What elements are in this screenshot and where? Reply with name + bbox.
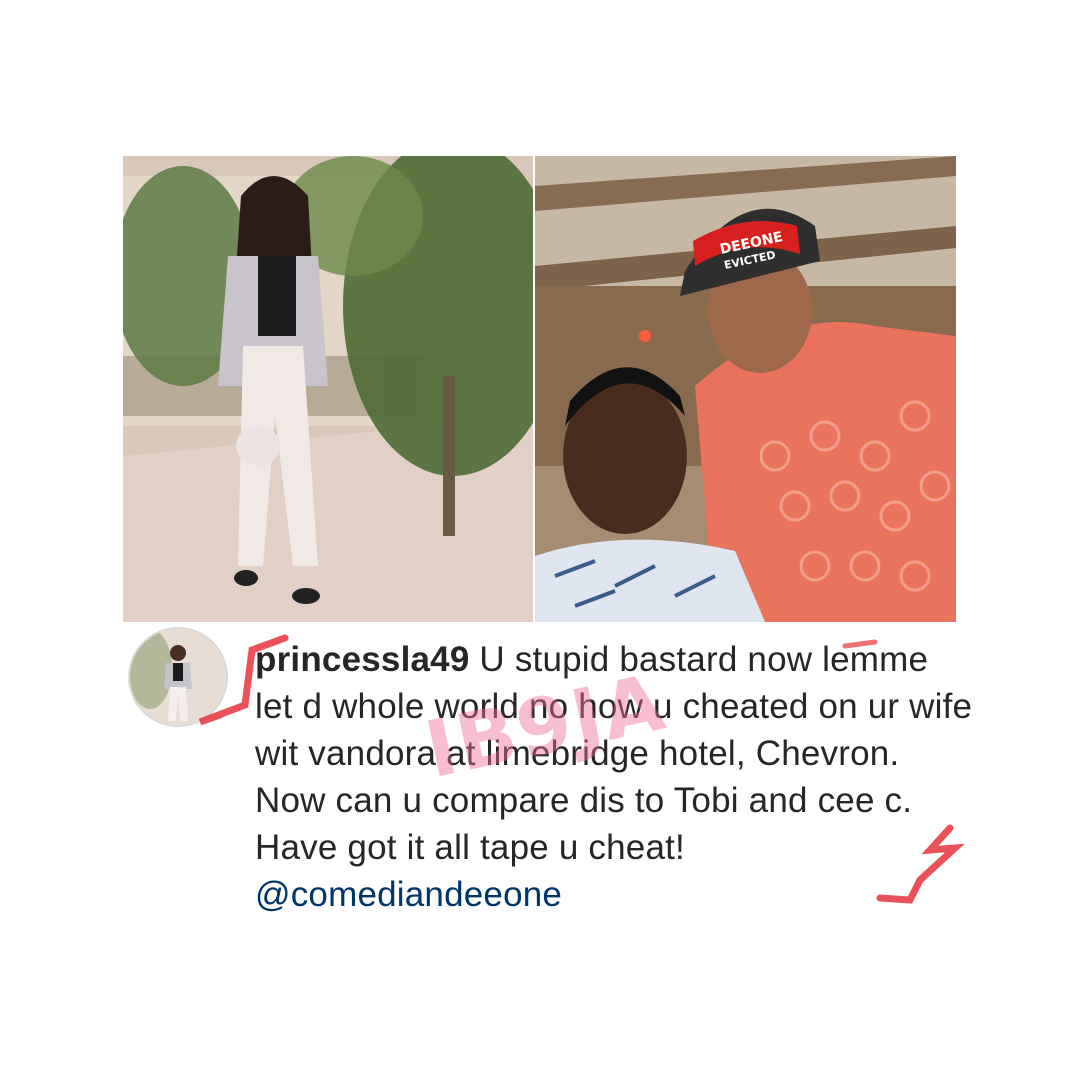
couple-selfie-photo: DEEONE EVICTED xyxy=(535,156,956,622)
username-link[interactable]: princessla49 xyxy=(255,640,470,679)
profile-avatar[interactable] xyxy=(128,627,228,727)
avatar-icon xyxy=(130,629,226,725)
comment-text: princessla49 U stupid bastard now lemme … xyxy=(255,636,975,918)
comment-row: princessla49 U stupid bastard now lemme … xyxy=(0,622,1080,942)
mention-link[interactable]: @comediandeeone xyxy=(255,875,562,914)
couple-selfie-illustration: DEEONE EVICTED xyxy=(535,156,956,622)
woman-standing-photo xyxy=(123,156,533,622)
post-image: DEEONE EVICTED princessla49 U stupid bas… xyxy=(0,0,1080,1080)
woman-standing-illustration xyxy=(123,156,533,622)
